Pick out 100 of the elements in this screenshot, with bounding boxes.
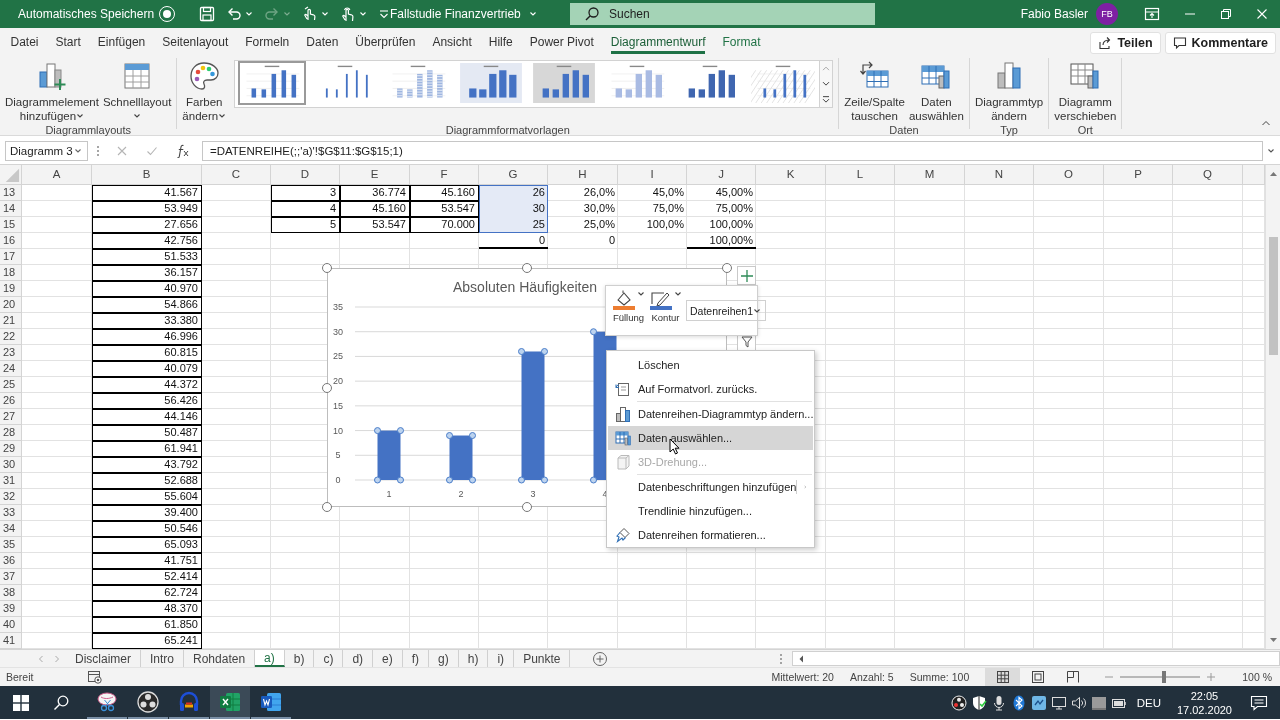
row-header[interactable]: 38 <box>0 585 22 601</box>
row-header[interactable]: 41 <box>0 633 22 649</box>
add-sheet-icon[interactable] <box>592 651 609 667</box>
fill-button[interactable]: Füllung <box>610 290 647 323</box>
caret-icon[interactable] <box>753 306 762 315</box>
row-header[interactable]: 14 <box>0 201 22 217</box>
windows-icon[interactable] <box>13 694 29 711</box>
menu-item[interactable]: Datenbeschriftungen hinzufügen <box>608 475 813 499</box>
ribbon-button[interactable]: Zeile/Spalte tauschen <box>842 58 907 123</box>
insert-function-icon[interactable] <box>176 143 190 158</box>
menu-item[interactable]: Trendlinie hinzufügen... <box>608 499 813 523</box>
chart-bar[interactable] <box>377 430 401 480</box>
monitor-icon[interactable] <box>1050 694 1067 711</box>
column-header[interactable]: B <box>92 165 202 185</box>
drive-icon[interactable] <box>1090 694 1107 711</box>
menu-item[interactable]: Auf Formatvorl. zurücks. <box>608 377 813 401</box>
menu-item[interactable]: Datenreihen-Diagrammtyp ändern... <box>608 402 813 426</box>
row-header[interactable]: 27 <box>0 409 22 425</box>
undo-icon[interactable] <box>226 6 242 22</box>
menu-item[interactable]: Löschen <box>608 353 813 377</box>
bar-handle[interactable] <box>397 476 404 484</box>
clock-date[interactable]: 17.02.2020 <box>1176 702 1232 717</box>
caret-icon[interactable] <box>359 10 367 18</box>
bar-handle[interactable] <box>469 476 476 484</box>
column-header[interactable]: C <box>202 165 271 185</box>
column-header[interactable]: I <box>618 165 687 185</box>
row-header[interactable]: 30 <box>0 457 22 473</box>
row-header[interactable]: 32 <box>0 489 22 505</box>
column-header[interactable]: Q <box>1173 165 1243 185</box>
drag-handle-icon[interactable] <box>96 143 100 158</box>
ribbon-button[interactable]: Farben ändern <box>180 58 229 123</box>
row-header[interactable]: 28 <box>0 425 22 441</box>
ribbon-tab[interactable]: Start <box>47 28 90 56</box>
menu-item[interactable]: Datenreihen formatieren... <box>608 523 813 547</box>
speaker-icon[interactable] <box>1070 694 1087 711</box>
ribbon-tab[interactable]: Datei <box>2 28 47 56</box>
clock-time[interactable]: 22:05 <box>1190 688 1219 703</box>
resize-handle[interactable] <box>322 502 332 512</box>
row-header[interactable]: 34 <box>0 521 22 537</box>
share-button[interactable]: Teilen <box>1090 32 1161 54</box>
caret-icon[interactable] <box>321 10 329 18</box>
ribbon-button[interactable]: Diagrammelement hinzufügen <box>3 58 101 123</box>
row-header[interactable]: 15 <box>0 217 22 233</box>
name-box[interactable]: Diagramm 3 <box>5 140 88 161</box>
macro-recorder-icon[interactable] <box>87 670 104 684</box>
row-header[interactable]: 36 <box>0 553 22 569</box>
resize-handle[interactable] <box>722 263 732 273</box>
row-header[interactable]: 35 <box>0 537 22 553</box>
ribbon-button[interactable]: Schnelllayout <box>100 58 174 123</box>
resize-handle[interactable] <box>522 502 532 512</box>
bar-handle[interactable] <box>590 328 597 336</box>
column-header[interactable]: O <box>1034 165 1104 185</box>
row-header[interactable]: 24 <box>0 361 22 377</box>
row-header[interactable]: 22 <box>0 329 22 345</box>
column-header[interactable]: K <box>756 165 826 185</box>
ribbon-button[interactable]: Diagramm verschieben <box>1052 58 1119 123</box>
ribbon-tab[interactable]: Power Pivot <box>521 28 603 56</box>
row-header[interactable]: 29 <box>0 441 22 457</box>
caret-icon[interactable] <box>1267 146 1275 155</box>
bar-handle[interactable] <box>374 476 381 484</box>
row-header[interactable]: 25 <box>0 377 22 393</box>
customize-icon[interactable] <box>378 8 390 20</box>
row-header[interactable]: 31 <box>0 473 22 489</box>
zoom-level[interactable]: 100 % <box>1242 671 1272 683</box>
bar-handle[interactable] <box>541 348 548 355</box>
row-header[interactable]: 18 <box>0 265 22 281</box>
chart-bar[interactable] <box>449 435 473 480</box>
column-header[interactable]: D <box>271 165 340 185</box>
row-header[interactable]: 39 <box>0 601 22 617</box>
column-header[interactable]: F <box>410 165 479 185</box>
horizontal-scrollbar[interactable] <box>792 651 1280 666</box>
close-icon[interactable] <box>1256 8 1268 20</box>
bar-handle[interactable] <box>541 476 548 484</box>
ribbon-display-icon[interactable] <box>1144 7 1160 21</box>
resize-handle[interactable] <box>322 382 332 393</box>
keyboard-language[interactable]: DEU <box>1136 696 1161 709</box>
hand-icon[interactable] <box>340 6 356 22</box>
row-header[interactable]: 21 <box>0 313 22 329</box>
shield-icon[interactable] <box>970 694 987 711</box>
row-header[interactable]: 23 <box>0 345 22 361</box>
outline-button[interactable]: Kontur <box>647 290 684 323</box>
bar-handle[interactable] <box>518 348 525 355</box>
ribbon-tab[interactable]: Daten <box>297 28 347 56</box>
bar-handle[interactable] <box>518 476 525 484</box>
caret-icon[interactable] <box>74 146 82 155</box>
row-header[interactable]: 26 <box>0 393 22 409</box>
scrollbar-thumb[interactable] <box>1269 237 1278 355</box>
series-dropdown[interactable]: Datenreihen1 <box>686 300 767 321</box>
ribbon-tab[interactable]: Hilfe <box>480 28 522 56</box>
caret-icon[interactable] <box>528 10 537 18</box>
menu-item[interactable]: Daten auswählen... <box>608 426 813 450</box>
bar-handle[interactable] <box>397 427 404 435</box>
column-header[interactable]: N <box>965 165 1034 185</box>
row-header[interactable]: 13 <box>0 185 22 201</box>
ribbon-button[interactable]: Diagrammtyp ändern <box>972 58 1046 123</box>
chart-elements-button[interactable] <box>737 266 756 285</box>
notification-icon[interactable] <box>1250 694 1268 711</box>
column-header[interactable]: J <box>687 165 756 185</box>
drag-handle-icon[interactable] <box>779 653 783 665</box>
column-header[interactable]: L <box>826 165 895 185</box>
